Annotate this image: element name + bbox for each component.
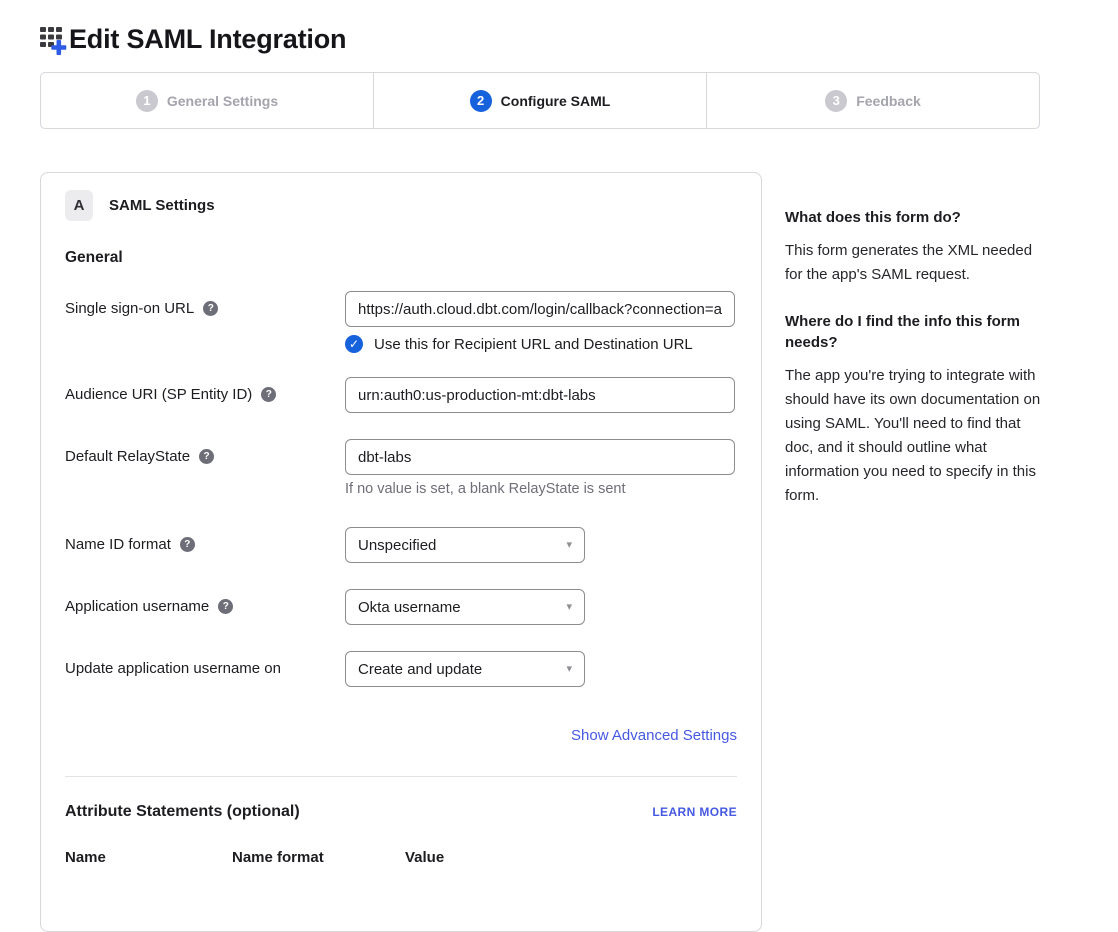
- advanced-settings-row: Show Advanced Settings: [65, 727, 737, 745]
- wizard-step-feedback[interactable]: 3 Feedback: [706, 73, 1039, 128]
- column-header-name: Name: [65, 849, 232, 866]
- field-label-text: Update application username on: [65, 660, 281, 677]
- chevron-down-icon: ▾: [566, 540, 572, 551]
- step-label: General Settings: [167, 93, 278, 109]
- single-sign-on-url-input[interactable]: [345, 291, 735, 327]
- wizard-step-general-settings[interactable]: 1 General Settings: [41, 73, 373, 128]
- field-row-update-application-username-on: Update application username on Create an…: [65, 651, 737, 687]
- field-row-single-sign-on-url: Single sign-on URL ? ✓ Use this for Reci…: [65, 291, 737, 353]
- selected-value: Unspecified: [358, 537, 436, 554]
- step-label: Configure SAML: [501, 93, 611, 109]
- field-control: [345, 377, 735, 413]
- relaystate-helper-text: If no value is set, a blank RelayState i…: [345, 481, 735, 498]
- field-row-application-username: Application username ? Okta username ▾: [65, 589, 737, 625]
- field-control: Okta username ▾: [345, 589, 735, 625]
- help-answer-2: The app you're trying to integrate with …: [785, 364, 1047, 508]
- step-number-badge: 1: [136, 90, 158, 112]
- help-question-1: What does this form do?: [785, 207, 1047, 228]
- help-answer-1: This form generates the XML needed for t…: [785, 239, 1047, 287]
- help-icon[interactable]: ?: [199, 449, 214, 464]
- chevron-down-icon: ▾: [566, 664, 572, 675]
- field-label: Name ID format ?: [65, 527, 345, 563]
- step-number-badge: 2: [470, 90, 492, 112]
- selected-value: Okta username: [358, 599, 461, 616]
- attribute-statements-column-headers: Name Name format Value: [65, 849, 737, 866]
- help-icon[interactable]: ?: [218, 599, 233, 614]
- field-label-text: Default RelayState: [65, 448, 190, 465]
- field-row-audience-uri: Audience URI (SP Entity ID) ?: [65, 377, 737, 413]
- application-username-select[interactable]: Okta username ▾: [345, 589, 585, 625]
- general-section-heading: General: [65, 249, 737, 267]
- checkbox-label: Use this for Recipient URL and Destinati…: [374, 336, 693, 353]
- field-label: Default RelayState ?: [65, 439, 345, 498]
- field-label: Audience URI (SP Entity ID) ?: [65, 377, 345, 413]
- step-number-badge: 3: [825, 90, 847, 112]
- help-question-2: Where do I find the info this form needs…: [785, 311, 1047, 353]
- learn-more-link[interactable]: LEARN MORE: [652, 805, 737, 819]
- help-icon[interactable]: ?: [261, 387, 276, 402]
- page-header: Edit SAML Integration: [40, 22, 346, 56]
- field-control: If no value is set, a blank RelayState i…: [345, 439, 735, 498]
- panel-header: A SAML Settings: [65, 190, 737, 221]
- field-control: Create and update ▾: [345, 651, 735, 687]
- field-row-name-id-format: Name ID format ? Unspecified ▾: [65, 527, 737, 563]
- default-relaystate-input[interactable]: [345, 439, 735, 475]
- field-label: Single sign-on URL ?: [65, 291, 345, 353]
- wizard-step-configure-saml[interactable]: 2 Configure SAML: [373, 73, 706, 128]
- field-label: Update application username on: [65, 651, 345, 687]
- saml-settings-panel: A SAML Settings General Single sign-on U…: [40, 172, 762, 932]
- selected-value: Create and update: [358, 661, 482, 678]
- section-divider: [65, 776, 737, 777]
- step-label: Feedback: [856, 93, 921, 109]
- attribute-statements-header: Attribute Statements (optional) LEARN MO…: [65, 803, 737, 821]
- help-icon[interactable]: ?: [203, 301, 218, 316]
- field-label-text: Name ID format: [65, 536, 171, 553]
- help-sidebar: What does this form do? This form genera…: [785, 207, 1047, 508]
- recipient-url-checkbox-row: ✓ Use this for Recipient URL and Destina…: [345, 335, 735, 353]
- name-id-format-select[interactable]: Unspecified ▾: [345, 527, 585, 563]
- step-wizard: 1 General Settings 2 Configure SAML 3 Fe…: [40, 72, 1040, 129]
- section-a-badge: A: [65, 190, 93, 221]
- app-grid-add-icon: [40, 26, 67, 56]
- column-header-value: Value: [405, 849, 444, 866]
- field-label: Application username ?: [65, 589, 345, 625]
- field-label-text: Application username: [65, 598, 209, 615]
- panel-title: SAML Settings: [109, 197, 215, 214]
- help-icon[interactable]: ?: [180, 537, 195, 552]
- field-control: Unspecified ▾: [345, 527, 735, 563]
- field-label-text: Single sign-on URL: [65, 300, 194, 317]
- page-title: Edit SAML Integration: [69, 24, 346, 55]
- audience-uri-input[interactable]: [345, 377, 735, 413]
- update-application-username-on-select[interactable]: Create and update ▾: [345, 651, 585, 687]
- attribute-statements-heading: Attribute Statements (optional): [65, 803, 300, 821]
- field-row-default-relaystate: Default RelayState ? If no value is set,…: [65, 439, 737, 498]
- show-advanced-settings-link[interactable]: Show Advanced Settings: [571, 727, 737, 744]
- column-header-name-format: Name format: [232, 849, 405, 866]
- chevron-down-icon: ▾: [566, 602, 572, 613]
- checkbox-checked-icon[interactable]: ✓: [345, 335, 363, 353]
- field-control: ✓ Use this for Recipient URL and Destina…: [345, 291, 735, 353]
- field-label-text: Audience URI (SP Entity ID): [65, 386, 252, 403]
